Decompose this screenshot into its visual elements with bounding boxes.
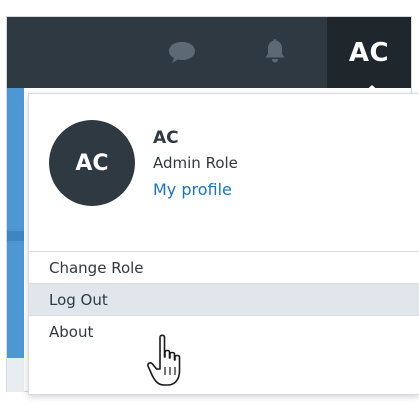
- user-avatar-button[interactable]: AC: [327, 17, 411, 88]
- hand-pointer-cursor-icon: [147, 334, 181, 386]
- profile-avatar: AC: [49, 120, 135, 206]
- chat-bubble-icon[interactable]: [166, 40, 198, 64]
- my-profile-link[interactable]: My profile: [153, 180, 232, 199]
- profile-role: Admin Role: [153, 154, 238, 172]
- bell-icon[interactable]: [263, 37, 287, 65]
- menu-item-log-out[interactable]: Log Out: [29, 283, 419, 315]
- menu-item-about[interactable]: About: [29, 315, 419, 347]
- user-menu-list: Change Role Log Out About: [29, 251, 419, 347]
- menu-item-change-role[interactable]: Change Role: [29, 251, 419, 283]
- user-menu-dropdown: AC AC Admin Role My profile Change Role …: [28, 93, 419, 395]
- profile-name: AC: [153, 128, 179, 148]
- sidebar-accent-divider: [7, 231, 24, 241]
- profile-avatar-initials: AC: [75, 150, 109, 176]
- page-sidebar-edge: [7, 88, 24, 392]
- avatar-initials: AC: [348, 37, 390, 68]
- sidebar-accent: [7, 88, 24, 358]
